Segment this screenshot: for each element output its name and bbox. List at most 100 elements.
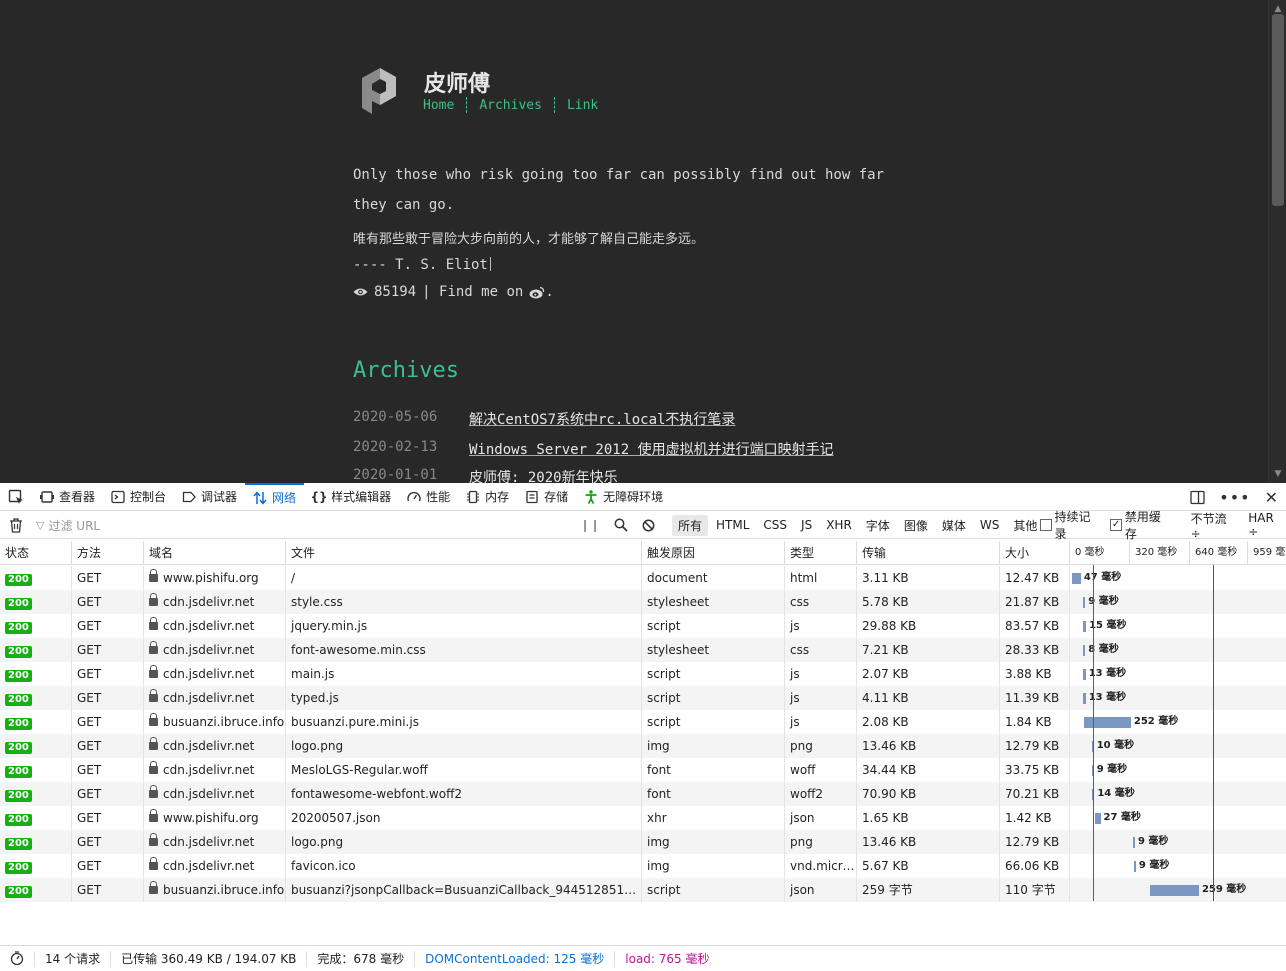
persist-log-checkbox[interactable]: 持续记录	[1040, 508, 1100, 542]
cell-method: GET	[72, 782, 144, 806]
cell-type: js	[785, 614, 857, 638]
filter-other[interactable]: 其他	[1007, 515, 1043, 536]
har-menu[interactable]: HAR ÷	[1248, 511, 1286, 539]
tab-console[interactable]: 控制台	[103, 483, 174, 511]
column-domain[interactable]: 域名	[144, 541, 286, 565]
lock-icon	[149, 881, 158, 894]
site-logo[interactable]	[358, 64, 400, 116]
filter-url-input[interactable]: ▽ 过滤 URL	[36, 515, 576, 535]
filter-html[interactable]: HTML	[710, 516, 755, 534]
cell-domain: cdn.jsdelivr.net	[144, 782, 286, 806]
tab-label: 样式编辑器	[331, 490, 392, 504]
cell-status: 200	[0, 638, 72, 662]
column-size[interactable]: 大小	[1000, 541, 1070, 565]
find-me-end: .	[545, 284, 554, 300]
cell-method: GET	[72, 614, 144, 638]
cell-transferred: 3.11 KB	[857, 566, 1000, 590]
column-file[interactable]: 文件	[286, 541, 642, 565]
weibo-icon[interactable]	[529, 286, 545, 299]
nav-archives[interactable]: Archives	[479, 98, 542, 113]
tab-storage[interactable]: 存储	[517, 483, 576, 511]
scroll-down-icon[interactable]: ▼	[1273, 469, 1283, 479]
column-status[interactable]: 状态	[0, 541, 72, 565]
more-options-icon[interactable]: •••	[1219, 488, 1250, 507]
clear-log-icon[interactable]	[9, 518, 23, 533]
column-method[interactable]: 方法	[72, 541, 144, 565]
cell-size: 66.06 KB	[1000, 854, 1070, 878]
devtools-right-tools: ••• ✕	[1190, 483, 1278, 511]
filter-ws[interactable]: WS	[974, 516, 1005, 534]
cell-file: style.css	[286, 590, 642, 614]
site-nav: Home Archives Link	[423, 97, 598, 113]
block-icon[interactable]	[642, 519, 655, 532]
filter-css[interactable]: CSS	[757, 516, 793, 534]
network-actions: ❘❘	[580, 511, 655, 539]
tab-accessibility[interactable]: 无障碍环境	[576, 483, 671, 511]
pause-icon[interactable]: ❘❘	[580, 518, 600, 532]
visit-count: 85194	[374, 284, 417, 300]
scroll-up-icon[interactable]: ▲	[1273, 4, 1283, 14]
close-icon[interactable]: ✕	[1265, 488, 1278, 507]
cell-method: GET	[72, 686, 144, 710]
post-title-link[interactable]: 皮师傅: 2020新年快乐	[469, 467, 618, 483]
cell-method: GET	[72, 854, 144, 878]
lock-icon	[149, 641, 158, 654]
cell-type: js	[785, 710, 857, 734]
page-scrollbar[interactable]: ▲ ▼	[1268, 0, 1286, 483]
lock-icon	[149, 593, 158, 606]
tab-label: 控制台	[130, 490, 167, 504]
cell-size: 110 字节	[1000, 878, 1070, 902]
site-title[interactable]: 皮师傅	[424, 66, 490, 98]
filter-images[interactable]: 图像	[898, 515, 934, 536]
tab-style-editor[interactable]: {} 样式编辑器	[304, 483, 399, 511]
cell-transferred: 29.88 KB	[857, 614, 1000, 638]
network-icon	[253, 490, 267, 505]
waterfall-bar	[1083, 669, 1086, 680]
debugger-icon	[182, 491, 196, 502]
status-badge: 200	[5, 622, 32, 634]
status-badge: 200	[5, 670, 32, 682]
waterfall-time-label: 9 毫秒	[1138, 860, 1170, 871]
status-badge: 200	[5, 742, 32, 754]
status-badge: 200	[5, 598, 32, 610]
cell-transferred: 13.46 KB	[857, 830, 1000, 854]
post-title-link[interactable]: Windows Server 2012 使用虚拟机并进行端口映射手记	[469, 439, 834, 459]
cell-size: 12.47 KB	[1000, 566, 1070, 590]
tab-inspector[interactable]: 查看器	[32, 483, 103, 511]
tab-memory[interactable]: 内存	[458, 483, 517, 511]
archives-heading: Archives	[353, 358, 459, 383]
dock-toggle-icon[interactable]	[1190, 490, 1205, 505]
tab-performance[interactable]: 性能	[399, 483, 458, 511]
column-transferred[interactable]: 传输	[857, 541, 1000, 565]
filter-media[interactable]: 媒体	[936, 515, 972, 536]
scrollbar-thumb[interactable]	[1272, 14, 1284, 206]
search-icon[interactable]	[614, 518, 628, 532]
cell-cause: font	[642, 758, 785, 782]
request-table-header: 状态 方法 域名 文件 触发原因 类型 传输 大小 0 毫秒 320 毫秒 64…	[0, 541, 1286, 565]
disable-cache-checkbox[interactable]: ✓ 禁用缓存	[1110, 508, 1170, 542]
nav-link[interactable]: Link	[567, 98, 598, 113]
tab-debugger[interactable]: 调试器	[174, 483, 245, 511]
filter-xhr[interactable]: XHR	[820, 516, 858, 534]
element-picker-button[interactable]	[8, 483, 32, 511]
filter-placeholder: 过滤 URL	[48, 518, 101, 533]
cell-method: GET	[72, 806, 144, 830]
filter-fonts[interactable]: 字体	[860, 515, 896, 536]
cell-status: 200	[0, 878, 72, 902]
cell-status: 200	[0, 590, 72, 614]
column-type[interactable]: 类型	[785, 541, 857, 565]
filter-all[interactable]: 所有	[672, 514, 709, 536]
column-cause[interactable]: 触发原因	[642, 541, 785, 565]
cell-size: 70.21 KB	[1000, 782, 1070, 806]
lock-icon	[149, 737, 158, 750]
status-badge: 200	[5, 814, 32, 826]
tab-network[interactable]: 网络	[245, 482, 305, 511]
cell-status: 200	[0, 566, 72, 590]
cell-type: woff2	[785, 782, 857, 806]
nav-home[interactable]: Home	[423, 98, 454, 113]
throttle-select[interactable]: 不节流 ÷	[1191, 510, 1239, 541]
domcontentloaded-marker	[1093, 565, 1094, 901]
status-badge: 200	[5, 574, 32, 586]
filter-js[interactable]: JS	[795, 516, 818, 534]
post-title-link[interactable]: 解决CentOS7系统中rc.local不执行笔录	[469, 409, 735, 429]
